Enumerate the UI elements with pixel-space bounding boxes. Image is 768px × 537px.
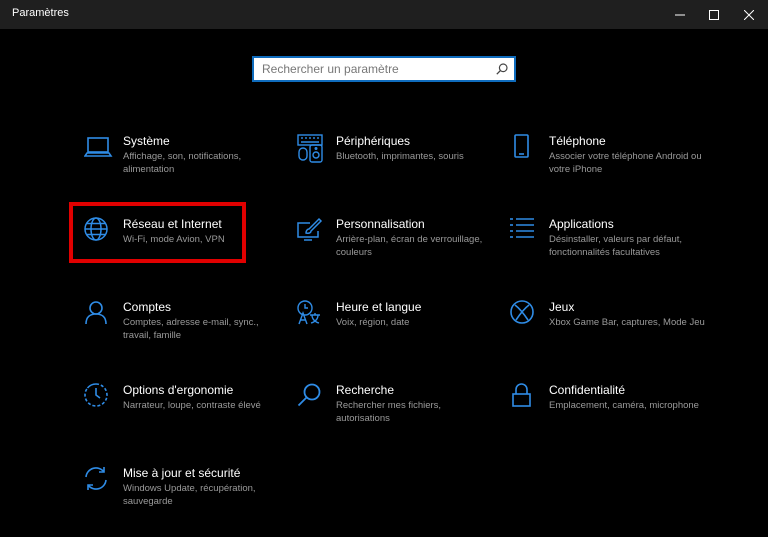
xbox-icon [510,300,540,330]
tile-title: Jeux [549,300,575,314]
devices-icon [297,134,327,164]
search-icon[interactable] [495,62,509,76]
tile-description: Arrière-plan, écran de verrouillage, cou… [336,234,483,258]
search-input[interactable] [254,58,492,80]
tile-comptes[interactable]: Comptes Comptes, adresse e-mail, sync., … [84,300,274,360]
phone-icon [510,134,540,164]
tile-title: Système [123,134,170,148]
tile-title: Mise à jour et sécurité [123,466,241,480]
tile-title: Options d'ergonomie [123,383,234,397]
tile-mise-a-jour-securite[interactable]: Mise à jour et sécurité Windows Update, … [84,466,274,526]
update-icon [84,466,114,496]
laptop-icon [84,134,114,164]
tile-description: Narrateur, loupe, contraste élevé [123,400,261,411]
tile-description: Désinstaller, valeurs par défaut, foncti… [549,234,683,258]
maximize-icon [709,9,719,20]
tile-heure-langue[interactable]: Heure et langue Voix, région, date [297,300,487,360]
tile-title: Heure et langue [336,300,422,314]
close-button[interactable] [732,0,766,29]
tile-jeux[interactable]: Jeux Xbox Game Bar, captures, Mode Jeu [510,300,705,360]
tile-title: Confidentialité [549,383,626,397]
tile-description: Windows Update, récupération, sauvegarde [123,483,256,507]
magnifier-icon [297,383,327,413]
tile-title: Périphériques [336,134,411,148]
tile-description: Associer votre téléphone Android ou votr… [549,151,702,175]
title-bar[interactable]: Paramètres [0,0,768,29]
tile-personnalisation[interactable]: Personnalisation Arrière-plan, écran de … [297,217,487,277]
minimize-icon [675,14,685,15]
highlight-frame [69,202,246,263]
tile-title: Personnalisation [336,217,425,231]
tile-options-ergonomie[interactable]: Options d'ergonomie Narrateur, loupe, co… [84,383,274,443]
tile-title: Applications [549,217,614,231]
tile-recherche[interactable]: Recherche Rechercher mes fichiers, autor… [297,383,487,443]
tile-title: Téléphone [549,134,606,148]
tile-telephone[interactable]: Téléphone Associer votre téléphone Andro… [510,134,702,194]
ease-of-access-icon [84,383,114,413]
tile-title: Recherche [336,383,395,397]
tile-description: Comptes, adresse e-mail, sync., travail,… [123,317,259,341]
minimize-button[interactable] [663,0,697,29]
tile-confidentialite[interactable]: Confidentialité Emplacement, caméra, mic… [510,383,700,443]
tile-description: Bluetooth, imprimantes, souris [336,151,464,162]
time-language-icon [297,300,327,330]
tile-description: Voix, région, date [336,317,410,328]
close-icon [744,9,754,20]
lock-icon [510,383,540,413]
tile-description: Xbox Game Bar, captures, Mode Jeu [549,317,705,328]
apps-list-icon [510,217,540,247]
personalization-icon [297,217,327,247]
settings-window: Paramètres Système Affichage, son, notif… [0,0,768,537]
search-box[interactable] [252,56,516,82]
maximize-button[interactable] [697,0,731,29]
tile-description: Emplacement, caméra, microphone [549,400,699,411]
tile-systeme[interactable]: Système Affichage, son, notifications, a… [84,134,274,194]
tile-title: Comptes [123,300,172,314]
tile-description: Affichage, son, notifications, alimentat… [123,151,242,175]
tile-peripheriques[interactable]: Périphériques Bluetooth, imprimantes, so… [297,134,487,194]
person-icon [84,300,114,330]
tile-applications[interactable]: Applications Désinstaller, valeurs par d… [510,217,700,277]
window-title: Paramètres [12,7,69,19]
tile-description: Rechercher mes fichiers, autorisations [336,400,442,424]
